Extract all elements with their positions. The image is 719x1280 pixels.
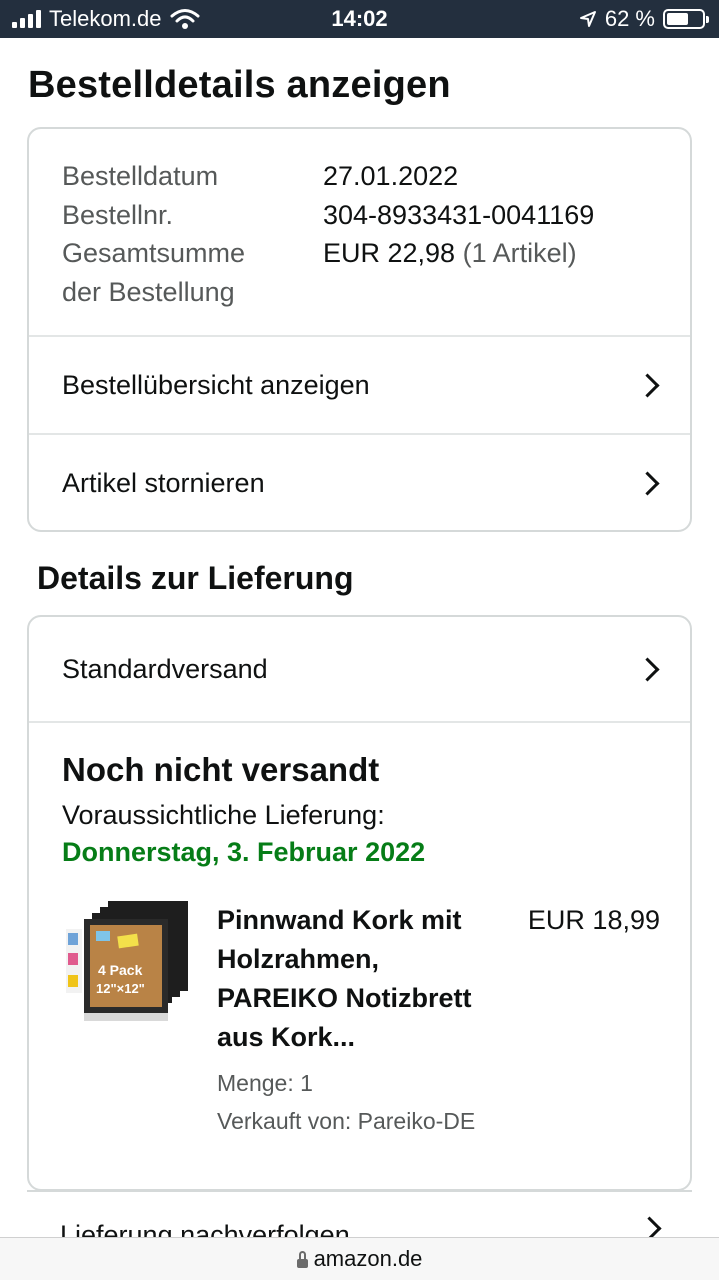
shipment-details: Noch nicht versandt Voraussichtliche Lie… <box>29 723 690 1141</box>
browser-url-bar[interactable]: amazon.de <box>0 1237 719 1280</box>
chevron-right-icon <box>635 470 660 496</box>
view-order-summary-label: Bestellübersicht anzeigen <box>62 369 370 400</box>
order-total-item-count: (1 Artikel) <box>462 238 577 268</box>
order-total-label: Gesamtsumme der Bestellung <box>62 234 323 311</box>
order-date-value: 27.01.2022 <box>323 161 459 191</box>
product-image-label-1: 4 Pack <box>98 962 143 978</box>
order-total-value: EUR 22,98 (1 Artikel) <box>323 234 577 311</box>
eta-date: Donnerstag, 3. Februar 2022 <box>62 837 426 867</box>
view-order-summary-link[interactable]: Bestellübersicht anzeigen <box>29 335 690 433</box>
cancel-items-link[interactable]: Artikel stornieren <box>29 433 690 530</box>
order-number-value: 304-8933431-0041169 <box>323 199 595 230</box>
order-number-label: Bestellnr. <box>62 199 174 230</box>
order-total-label-line2: der Bestellung <box>62 276 235 307</box>
product-seller: Verkauft von: Pareiko-DE <box>217 1108 476 1134</box>
product-title-line: Holzrahmen, <box>217 944 380 974</box>
status-bar-right: 62 % <box>579 0 709 38</box>
order-date-row: Bestelldatum 27.01.2022 <box>62 157 658 196</box>
chevron-right-icon <box>635 372 660 398</box>
product-title-link[interactable]: Pinnwand Kork mit Holzrahmen, PAREIKO No… <box>217 901 497 1057</box>
eta-label: Voraussichtliche Lieferung: <box>62 800 385 830</box>
product-quantity: Menge: 1 <box>217 1070 313 1096</box>
cancel-items-label: Artikel stornieren <box>62 467 265 498</box>
lock-icon <box>296 1251 308 1268</box>
delivery-section-title: Details zur Lieferung <box>37 560 354 596</box>
order-summary-card: Bestelldatum 27.01.2022 Bestellnr. 304-8… <box>27 127 692 532</box>
product-title-line: PAREIKO Notizbrett <box>217 983 472 1013</box>
battery-percent: 62 % <box>604 6 655 31</box>
status-bar-left: Telekom.de <box>12 0 200 38</box>
product-title-line: Pinnwand Kork mit <box>217 905 462 935</box>
page-title: Bestelldetails anzeigen <box>28 64 451 106</box>
order-summary: Bestelldatum 27.01.2022 Bestellnr. 304-8… <box>29 129 690 335</box>
wifi-icon <box>170 9 200 29</box>
order-number-row: Bestellnr. 304-8933431-0041169 <box>62 196 658 235</box>
shipping-method-link[interactable]: Standardversand <box>29 617 690 723</box>
carrier-name: Telekom.de <box>49 6 162 31</box>
product-title-line: aus Kork... <box>217 1022 356 1052</box>
order-date-label: Bestelldatum <box>62 161 219 191</box>
shipment-status: Noch nicht versandt <box>62 751 380 788</box>
shipping-method-label: Standardversand <box>62 653 268 684</box>
location-arrow-icon <box>579 11 596 27</box>
chevron-right-icon <box>635 656 660 682</box>
status-bar: Telekom.de 14:02 62 % <box>0 0 719 38</box>
product-price: EUR 18,99 <box>527 905 660 935</box>
product-image[interactable]: 4 Pack 12"×12" <box>62 901 190 1025</box>
battery-level-fill <box>667 13 689 25</box>
product-image-label-2: 12"×12" <box>96 981 145 996</box>
order-total-label-line1: Gesamtsumme <box>62 238 246 268</box>
delivery-card: Standardversand Noch nicht versandt Vora… <box>27 615 692 1191</box>
cellular-signal-icon <box>12 10 41 28</box>
order-total-amount: EUR 22,98 <box>323 238 456 268</box>
url-text: amazon.de <box>313 1246 423 1271</box>
order-item[interactable]: 4 Pack 12"×12" Pinnwand Kork mit Holzrah… <box>62 901 660 1141</box>
battery-icon <box>663 9 709 29</box>
order-total-row: Gesamtsumme der Bestellung EUR 22,98 (1 … <box>62 234 658 311</box>
